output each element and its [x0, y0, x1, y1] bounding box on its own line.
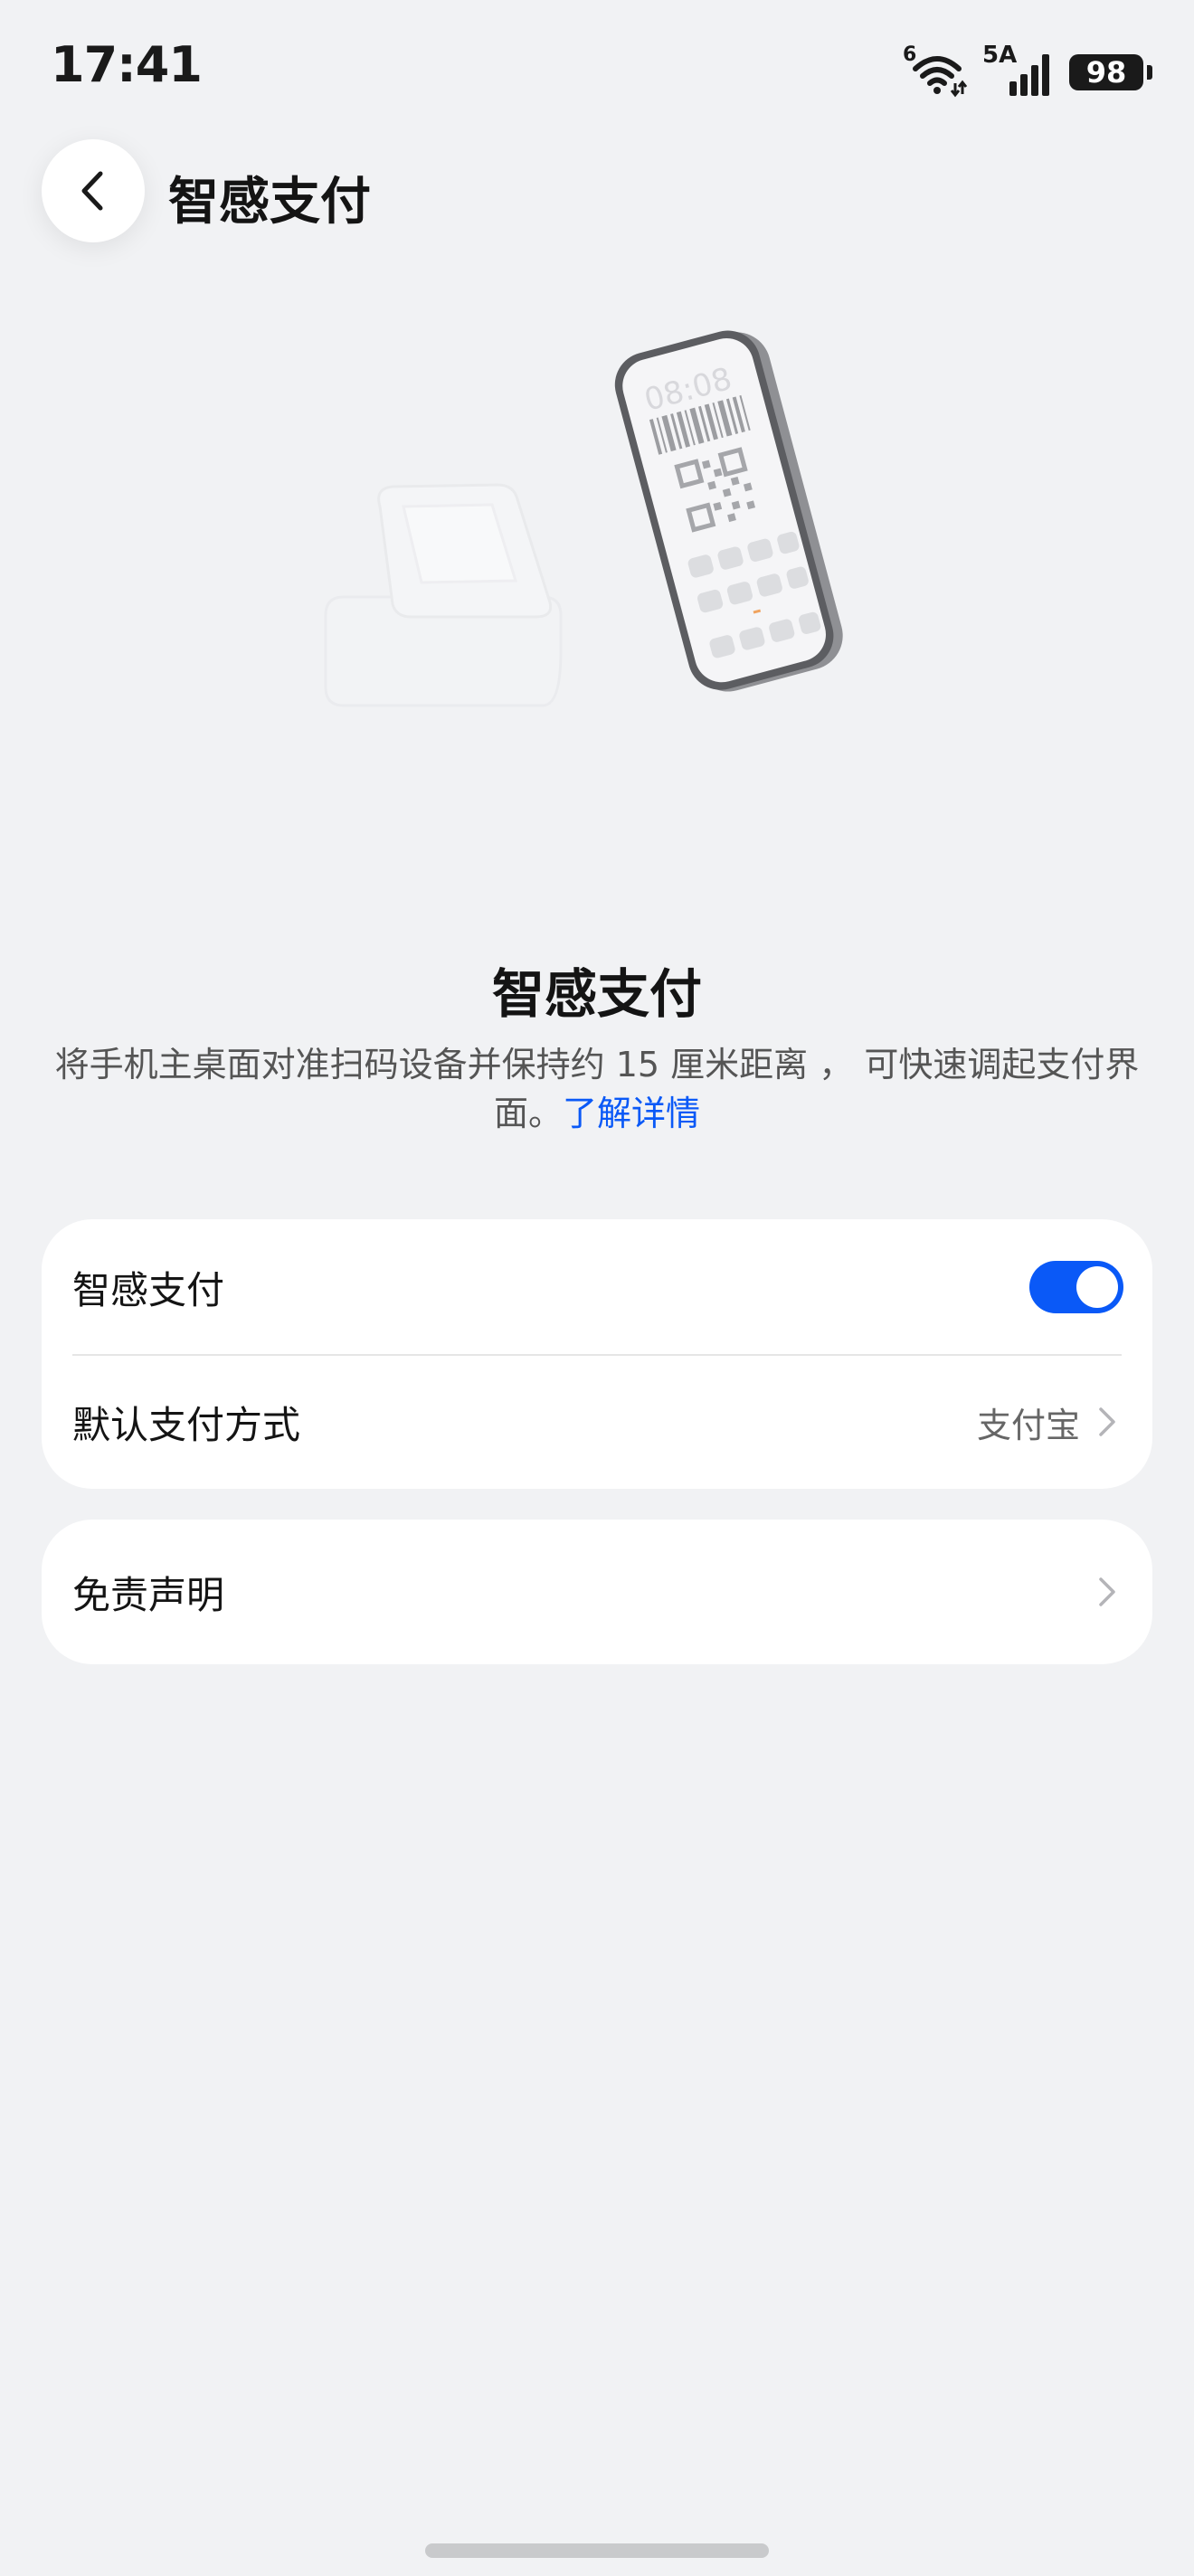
phone-illustration: 08:08	[614, 330, 843, 692]
default-payment-method-label: 默认支付方式	[72, 1402, 301, 1447]
page-title: 智感支付	[168, 173, 371, 232]
battery-level: 98	[1085, 55, 1127, 90]
chevron-right-icon	[1099, 1577, 1115, 1606]
disclaimer-row[interactable]: 免责声明	[42, 1520, 1152, 1664]
disclaimer-label: 免责声明	[72, 1572, 225, 1617]
chevron-right-icon	[1099, 1407, 1115, 1436]
intro-title: 智感支付	[491, 963, 702, 1025]
back-button[interactable]	[42, 139, 145, 242]
status-icons: 6 5A 98	[903, 42, 1152, 99]
intro-description: 将手机主桌面对准扫码设备并保持约 15 厘米距离 ， 可快速调起支付界面。了解详…	[54, 1040, 1140, 1138]
battery-icon: 98	[1069, 54, 1152, 90]
status-time: 17:41	[51, 36, 203, 93]
smart-pay-toggle[interactable]	[1029, 1261, 1123, 1313]
scanner-device-illustration	[324, 483, 563, 707]
payment-illustration: 08:08	[298, 262, 896, 733]
home-indicator[interactable]	[425, 2543, 769, 2558]
settings-card: 智感支付 默认支付方式 支付宝	[42, 1219, 1152, 1489]
cellular-signal-icon: 5A	[982, 42, 1055, 98]
smart-pay-label: 智感支付	[72, 1267, 225, 1312]
toggle-knob	[1076, 1266, 1118, 1308]
back-arrow-icon	[81, 171, 103, 211]
disclaimer-card: 免责声明	[42, 1520, 1152, 1664]
learn-more-link[interactable]: 了解详情	[563, 1094, 700, 1133]
smart-pay-row[interactable]: 智感支付	[42, 1219, 1152, 1355]
default-payment-method-value: 支付宝	[976, 1405, 1080, 1445]
status-bar: 17:41 6 5A 98	[0, 0, 1194, 136]
default-payment-method-row[interactable]: 默认支付方式 支付宝	[42, 1355, 1152, 1489]
wifi-icon: 6	[903, 43, 968, 98]
